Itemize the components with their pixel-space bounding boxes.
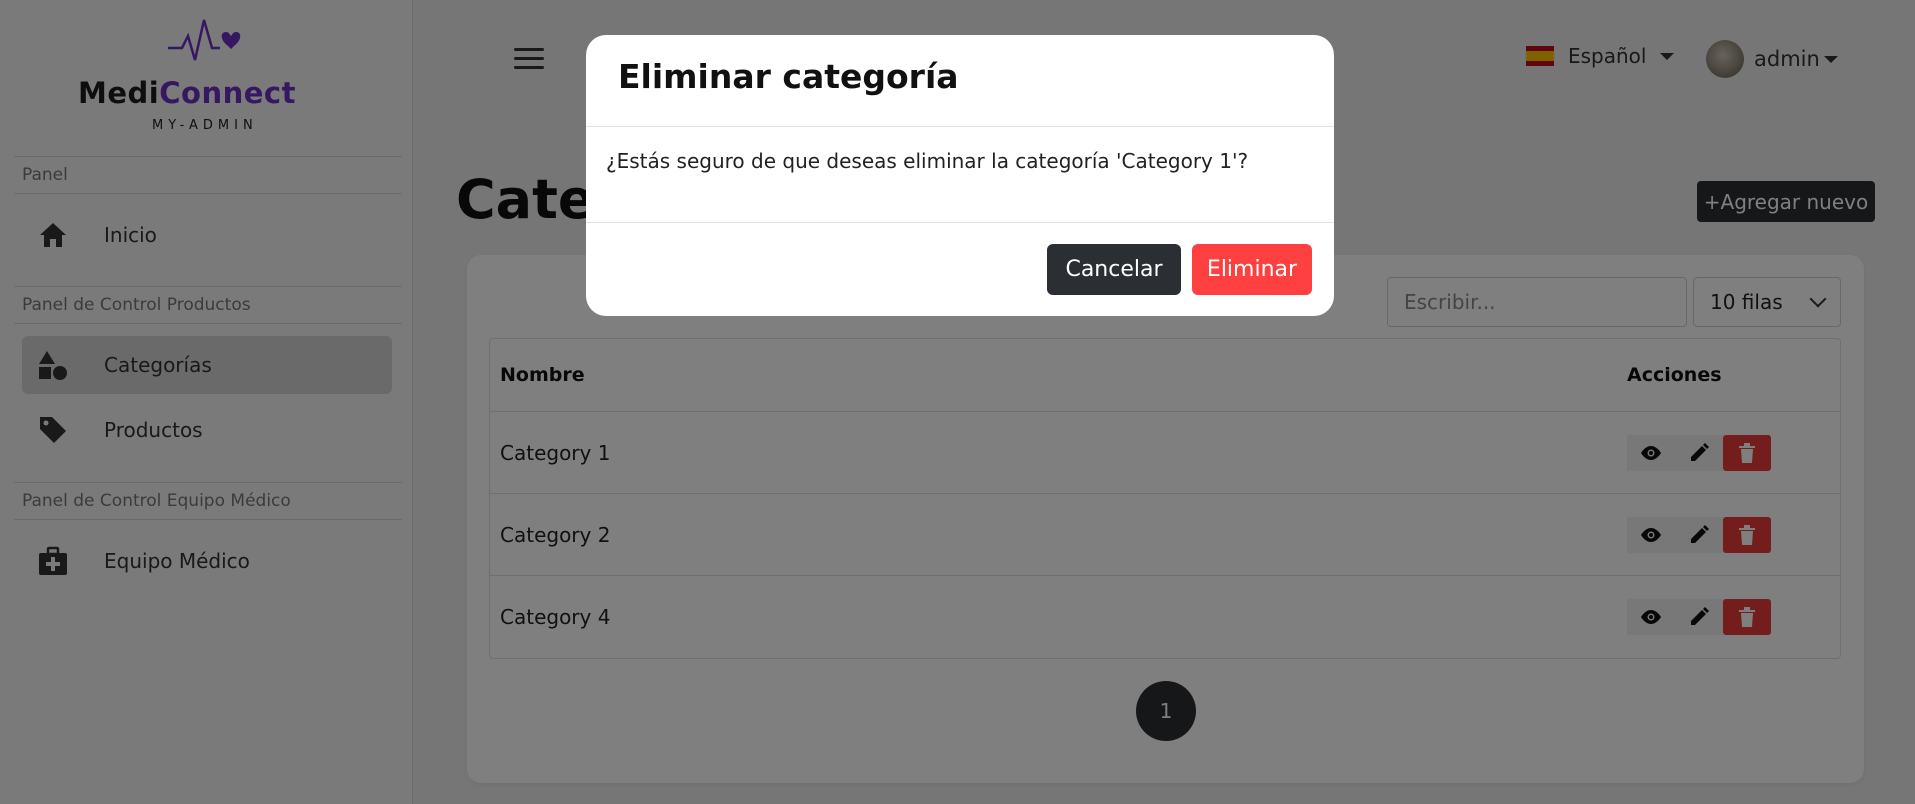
- confirm-delete-button[interactable]: Eliminar: [1192, 244, 1312, 295]
- dialog-title: Eliminar categoría: [586, 35, 1334, 127]
- delete-category-dialog: Eliminar categoría ¿Estás seguro de que …: [586, 35, 1334, 316]
- dialog-message: ¿Estás seguro de que deseas eliminar la …: [586, 127, 1334, 223]
- dialog-footer: Cancelar Eliminar: [586, 223, 1334, 316]
- cancel-button[interactable]: Cancelar: [1047, 244, 1181, 295]
